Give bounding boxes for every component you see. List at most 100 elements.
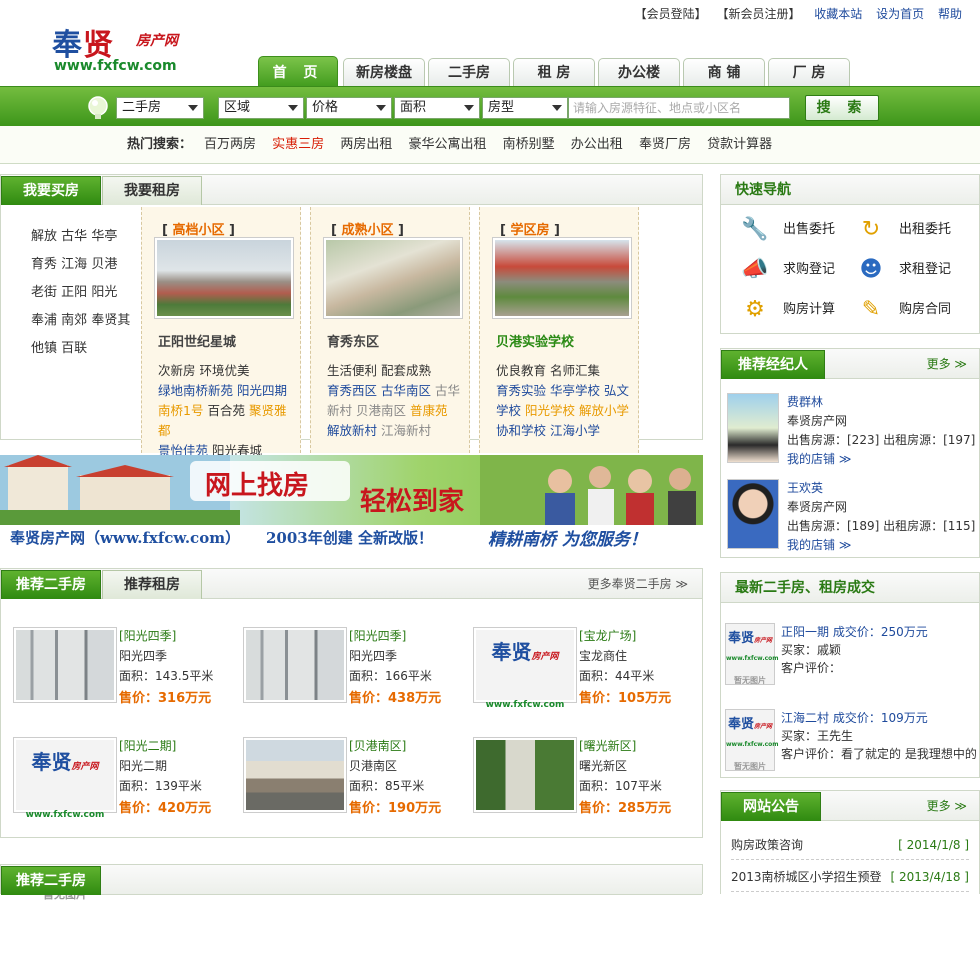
community-photo[interactable] <box>323 237 463 319</box>
quick-nav-pencil[interactable]: ✎ 购房合同 <box>853 295 968 325</box>
tab-second-hand[interactable]: 二手房 <box>428 58 510 86</box>
hot-item[interactable]: 两房出租 <box>340 137 392 152</box>
area-link[interactable]: 南郊 <box>61 313 87 328</box>
quick-nav-gear[interactable]: ⚙ 购房计算 <box>737 295 852 325</box>
area-link[interactable]: 奉贤其 <box>91 313 130 328</box>
listing-photo-frame[interactable]: 奉贤房产网 www.fxfcw.com 暂无图片 <box>473 627 577 791</box>
area-link[interactable]: 奉浦 <box>31 313 57 328</box>
quick-nav-refresh[interactable]: ↻ 出租委托 <box>853 215 968 245</box>
community-link[interactable]: 普康苑 <box>410 403 448 418</box>
deal-item[interactable]: 奉贤房产网 www.fxfcw.com 暂无图片 江海二村 成交价：109万元 … <box>725 709 980 777</box>
search-input[interactable]: 请输入房源特征、地点或小区名 <box>568 97 790 119</box>
agent-name[interactable]: 王欢英 <box>787 479 975 498</box>
listing-photo-frame[interactable] <box>13 627 117 703</box>
area-link[interactable]: 华亭 <box>91 229 117 244</box>
agents-more-link[interactable]: 更多 ≫ <box>927 349 967 379</box>
site-logo[interactable]: 奉贤 房产网 www.fxfcw.com <box>52 20 212 80</box>
set-homepage-link[interactable]: 设为首页 <box>876 7 924 21</box>
category-title[interactable]: 高档小区 <box>172 223 224 238</box>
tab-new-homes[interactable]: 新房楼盘 <box>343 58 425 86</box>
agent-shop-link[interactable]: 我的店铺 ≫ <box>787 536 975 555</box>
listing-card[interactable]: [贝港南区] 贝港南区 面积：85平米 售价：190万元 <box>243 737 463 817</box>
community-link[interactable]: 解放新村 <box>327 423 377 438</box>
tab-rent-search[interactable]: 我要租房 <box>102 176 202 205</box>
area-link[interactable]: 百联 <box>61 341 87 356</box>
more-resale-link[interactable]: 更多奉贤二手房 ≫ <box>588 569 688 599</box>
community-link[interactable]: 绿地南桥新苑 <box>158 383 233 398</box>
listing-community-tag[interactable]: [阳光四季] <box>119 627 176 644</box>
listing-card[interactable]: [阳光四季] 阳光四季 面积：166平米 售价：438万元 <box>243 627 463 707</box>
register-link[interactable]: 【新会员注册】 <box>716 7 800 21</box>
quick-nav-wrench[interactable]: 🔧 出售委托 <box>737 215 852 245</box>
quick-nav-person[interactable]: ☻ 求租登记 <box>853 255 968 285</box>
hot-item[interactable]: 豪华公寓出租 <box>408 137 486 152</box>
tab-rent[interactable]: 租 房 <box>513 58 595 86</box>
listing-community-tag[interactable]: [贝港南区] <box>349 737 406 754</box>
listing-photo-frame[interactable]: 奉贤房产网 www.fxfcw.com 暂无图片 <box>13 737 117 901</box>
tab-recommended-rent[interactable]: 推荐租房 <box>102 570 202 599</box>
community-link[interactable]: 协和学校 <box>496 423 546 438</box>
community-photo[interactable] <box>154 237 294 319</box>
hot-item[interactable]: 奉贤厂房 <box>639 137 691 152</box>
agent-card[interactable]: 王欢英 奉贤房产网 出售房源：[189] 出租房源：[115] 我的店铺 ≫ <box>727 479 977 553</box>
community-link[interactable]: 江海新村 <box>381 423 431 438</box>
listing-photo-frame[interactable] <box>243 737 347 813</box>
tab-home[interactable]: 首 页 <box>258 56 338 88</box>
tab-office[interactable]: 办公楼 <box>598 58 680 86</box>
community-photo[interactable] <box>492 237 632 319</box>
listing-community-tag[interactable]: [阳光二期] <box>119 737 176 754</box>
community-link[interactable]: 阳光四期 <box>237 383 287 398</box>
community-name[interactable]: 育秀东区 <box>327 331 379 350</box>
category-title[interactable]: 成熟小区 <box>341 223 393 238</box>
agent-name[interactable]: 费群林 <box>787 393 975 412</box>
favorite-link[interactable]: 收藏本站 <box>814 7 862 21</box>
price-select[interactable]: 价格 <box>306 97 392 119</box>
community-link[interactable]: 弘文 <box>604 383 629 398</box>
area-link[interactable]: 他镇 <box>31 341 57 356</box>
community-link[interactable]: 古华 <box>435 383 460 398</box>
help-link[interactable]: 帮助 <box>938 7 962 21</box>
promo-banner[interactable]: 网上找房 轻松到家 奉贤房产网（www.fxfcw.com） 2003年创建 全… <box>0 455 703 553</box>
listing-card[interactable]: [曙光新区] 曙光新区 面积：107平米 售价：285万元 <box>473 737 693 817</box>
listing-card[interactable]: 奉贤房产网 www.fxfcw.com 暂无图片 [宝龙广场] 宝龙商住 面积：… <box>473 627 693 791</box>
type-select[interactable]: 二手房 <box>116 97 204 119</box>
community-link[interactable]: 育秀西区 <box>327 383 377 398</box>
area-link[interactable]: 老街 <box>31 285 57 300</box>
listing-community-tag[interactable]: [阳光四季] <box>349 627 406 644</box>
listing-card[interactable]: [阳光四季] 阳光四季 面积：143.5平米 售价：316万元 <box>13 627 233 707</box>
quick-nav-megaphone[interactable]: 📣 求购登记 <box>737 255 852 285</box>
community-link[interactable]: 育秀实验 <box>496 383 546 398</box>
area-link[interactable]: 育秀 <box>31 257 57 272</box>
area-link[interactable]: 古华 <box>61 229 87 244</box>
hot-item[interactable]: 南桥别墅 <box>503 137 555 152</box>
listing-photo-frame[interactable] <box>473 737 577 813</box>
notice-item[interactable]: 2013南桥城区小学招生预登 [ 2013/4/18 ] <box>731 863 969 892</box>
community-link[interactable]: 新村 <box>327 403 352 418</box>
community-name[interactable]: 贝港实验学校 <box>496 331 574 350</box>
tab-buy[interactable]: 我要买房 <box>1 176 101 205</box>
hot-item[interactable]: 百万两房 <box>204 137 256 152</box>
area-link[interactable]: 阳光 <box>91 285 117 300</box>
hot-item[interactable]: 贷款计算器 <box>707 137 772 152</box>
community-link[interactable]: 贝港南区 <box>356 403 406 418</box>
listing-card[interactable]: 奉贤房产网 www.fxfcw.com 暂无图片 [阳光二期] 阳光二期 面积：… <box>13 737 233 901</box>
agent-card[interactable]: 费群林 奉贤房产网 出售房源：[223] 出租房源：[197] 我的店铺 ≫ <box>727 393 977 467</box>
login-link[interactable]: 【会员登陆】 <box>635 7 707 21</box>
area-select[interactable]: 区域 <box>218 97 304 119</box>
notices-more-link[interactable]: 更多 ≫ <box>927 791 967 821</box>
community-link[interactable]: 华亭学校 <box>550 383 600 398</box>
listing-community-tag[interactable]: [宝龙广场] <box>579 627 636 644</box>
search-button[interactable]: 搜 索 <box>805 95 879 121</box>
community-link[interactable]: 古华南区 <box>381 383 431 398</box>
tab-recommended-resale[interactable]: 推荐二手房 <box>1 570 101 599</box>
notice-item[interactable]: 购房政策咨询 [ 2014/1/8 ] <box>731 831 969 860</box>
area-link[interactable]: 江海 <box>61 257 87 272</box>
community-link[interactable]: 南桥1号 <box>158 403 203 418</box>
area-link[interactable]: 贝港 <box>91 257 117 272</box>
community-link[interactable]: 阳光学校 <box>525 403 575 418</box>
listing-community-tag[interactable]: [曙光新区] <box>579 737 636 754</box>
hot-item[interactable]: 实惠三房 <box>272 137 324 152</box>
community-link[interactable]: 学校 <box>496 403 521 418</box>
listing-photo-frame[interactable] <box>243 627 347 703</box>
room-select[interactable]: 房型 <box>482 97 568 119</box>
